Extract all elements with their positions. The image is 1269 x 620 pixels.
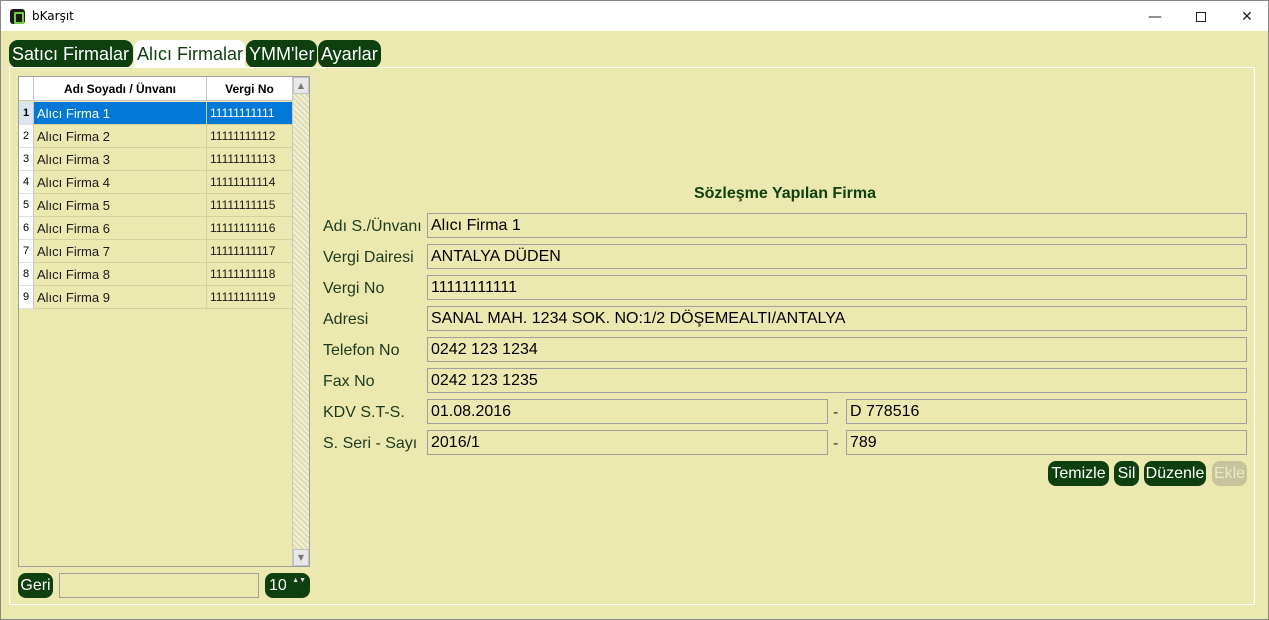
cell-vergi[interactable]: 11111111112 [207,125,292,148]
cell-name[interactable]: Alıcı Firma 6 [34,217,207,240]
minimize-button[interactable]: — [1132,1,1178,32]
row-index: 6 [19,217,34,240]
form-title: Sözleşme Yapılan Firma [693,185,876,202]
vergi-dairesi-field[interactable]: ANTALYA DÜDEN [427,244,1247,269]
cell-vergi[interactable]: 11111111113 [207,148,292,171]
edit-button[interactable]: Düzenle [1144,461,1206,486]
vergi-no-field[interactable]: 11111111111 [427,275,1247,300]
page-size-value: 10 [269,576,287,594]
add-button: Ekle [1212,461,1247,486]
tab-ymmler[interactable]: YMM'ler [246,40,317,68]
row-index: 1 [19,102,34,125]
cell-name[interactable]: Alıcı Firma 1 [34,102,207,125]
cell-name[interactable]: Alıcı Firma 2 [34,125,207,148]
back-button[interactable]: Geri [18,573,53,598]
row-index: 2 [19,125,34,148]
table-row[interactable]: 6 Alıcı Firma 6 11111111116 [19,217,292,240]
maximize-icon [1196,11,1206,22]
title-bar: bKarşıt — ✕ [0,0,1269,31]
cell-vergi[interactable]: 11111111116 [207,217,292,240]
table-row[interactable]: 2 Alıcı Firma 2 11111111112 [19,125,292,148]
tab-ayarlar[interactable]: Ayarlar [318,40,381,68]
pager-search-input[interactable] [59,573,259,598]
cell-name[interactable]: Alıcı Firma 9 [34,286,207,309]
sayi-field[interactable]: 789 [846,430,1247,455]
row-index: 5 [19,194,34,217]
tab-alici-firmalar[interactable]: Alıcı Firmalar [134,40,245,69]
kdv-dash: - [833,404,839,421]
vergi-dairesi-label: Vergi Dairesi [323,249,414,266]
table-row[interactable]: 3 Alıcı Firma 3 11111111113 [19,148,292,171]
cell-vergi[interactable]: 11111111111 [207,102,292,125]
table-row[interactable]: 7 Alıcı Firma 7 11111111117 [19,240,292,263]
cell-vergi[interactable]: 11111111118 [207,263,292,286]
seri-field[interactable]: 2016/1 [427,430,828,455]
table-row[interactable]: 4 Alıcı Firma 4 11111111114 [19,171,292,194]
seri-dash: - [833,435,839,452]
telefon-field[interactable]: 0242 123 1234 [427,337,1247,362]
table-row[interactable]: 9 Alıcı Firma 9 11111111119 [19,286,292,309]
table-row[interactable]: 5 Alıcı Firma 5 11111111115 [19,194,292,217]
adres-label: Adresi [323,311,369,328]
page-size-stepper[interactable]: 10 ▲▼ [265,573,310,598]
fax-label: Fax No [323,373,375,390]
kdv-date-field[interactable]: 01.08.2016 [427,399,828,424]
vergi-no-label: Vergi No [323,280,385,297]
scroll-up-icon[interactable]: ▲ [293,77,309,94]
table-row[interactable]: 8 Alıcı Firma 8 11111111118 [19,263,292,286]
column-header-name[interactable]: Adı Soyadı / Ünvanı [34,77,207,101]
delete-button[interactable]: Sil [1114,461,1139,486]
grid-corner [19,77,34,101]
cell-vergi[interactable]: 11111111117 [207,240,292,263]
row-index: 7 [19,240,34,263]
unvan-field[interactable]: Alıcı Firma 1 [427,213,1247,238]
row-index: 8 [19,263,34,286]
grid-scrollbar[interactable]: ▲ ▼ [292,77,309,566]
kdv-no-field[interactable]: D 778516 [846,399,1247,424]
window-title: bKarşıt [32,9,74,23]
cell-name[interactable]: Alıcı Firma 8 [34,263,207,286]
maximize-button[interactable] [1178,1,1224,32]
fax-field[interactable]: 0242 123 1235 [427,368,1247,393]
column-header-vergi[interactable]: Vergi No [207,77,292,101]
row-index: 4 [19,171,34,194]
cell-name[interactable]: Alıcı Firma 7 [34,240,207,263]
table-row[interactable]: 1 Alıcı Firma 1 11111111111 [19,102,292,125]
row-index: 9 [19,286,34,309]
cell-name[interactable]: Alıcı Firma 5 [34,194,207,217]
adres-field[interactable]: SANAL MAH. 1234 SOK. NO:1/2 DÖŞEMEALTI/A… [427,306,1247,331]
grid-header: Adı Soyadı / Ünvanı Vergi No [19,77,292,101]
cell-name[interactable]: Alıcı Firma 3 [34,148,207,171]
cell-vergi[interactable]: 11111111115 [207,194,292,217]
app-icon [10,9,25,24]
cell-vergi[interactable]: 11111111119 [207,286,292,309]
row-index: 3 [19,148,34,171]
scroll-down-icon[interactable]: ▼ [293,549,309,566]
kdv-label: KDV S.T-S. [323,404,405,421]
unvan-label: Adı S./Ünvanı [323,218,422,235]
cell-name[interactable]: Alıcı Firma 4 [34,171,207,194]
spin-arrows-icon[interactable]: ▲▼ [292,576,306,585]
clear-button[interactable]: Temizle [1048,461,1109,486]
firma-grid[interactable]: Adı Soyadı / Ünvanı Vergi No 1 Alıcı Fir… [18,76,310,567]
close-button[interactable]: ✕ [1224,1,1269,32]
tab-satici-firmalar[interactable]: Satıcı Firmalar [9,40,133,68]
telefon-label: Telefon No [323,342,400,359]
seri-label: S. Seri - Sayı [323,435,418,452]
cell-vergi[interactable]: 11111111114 [207,171,292,194]
